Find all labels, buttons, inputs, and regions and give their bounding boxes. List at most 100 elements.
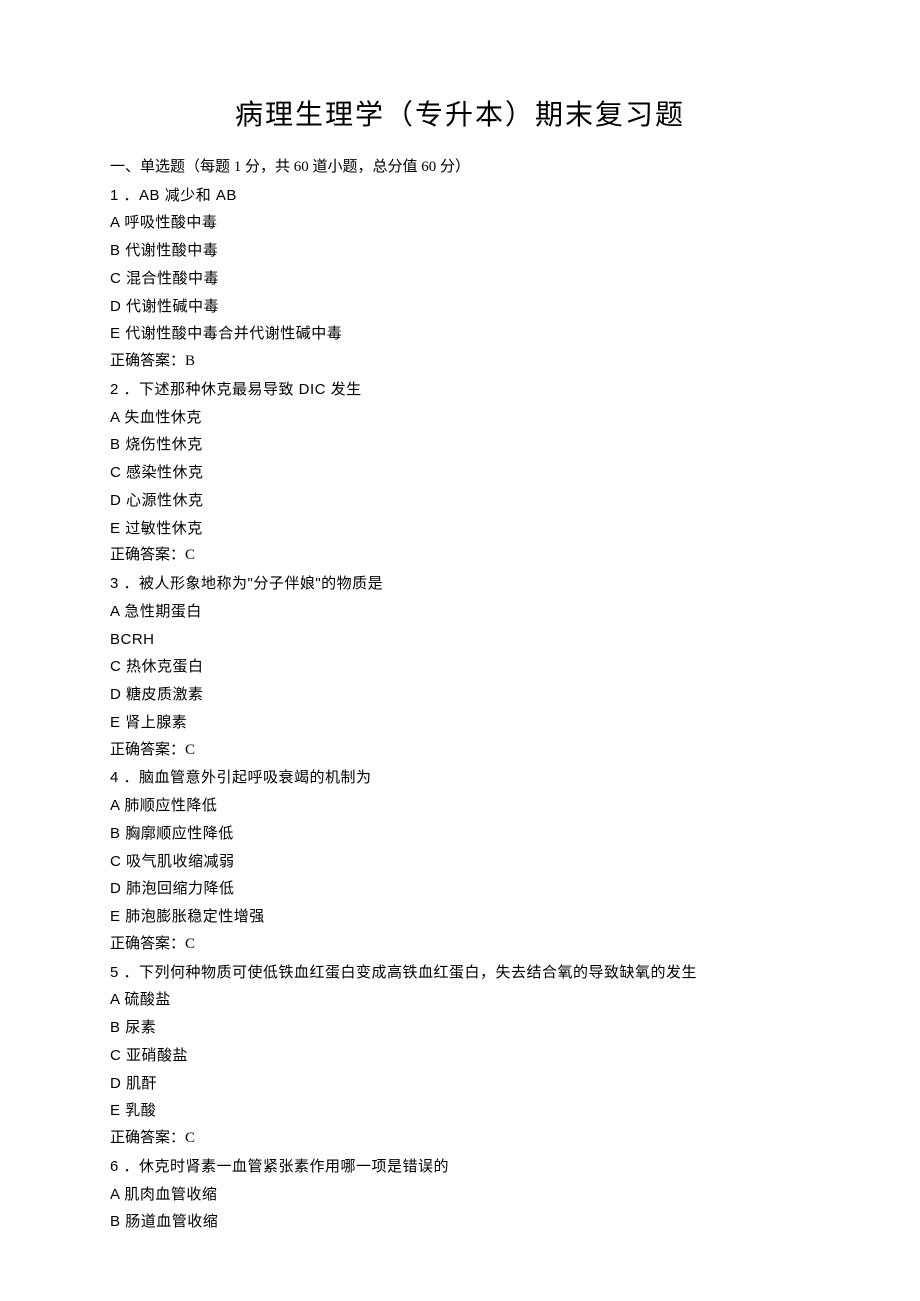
option-line: E 乳酸 xyxy=(110,1097,810,1125)
answer-prefix: 正确答案： xyxy=(110,1130,185,1146)
option-line: A 失血性休克 xyxy=(110,404,810,432)
answer-line: 正确答案：C xyxy=(110,542,810,570)
answer-value: C xyxy=(185,547,195,563)
question-number: 2 xyxy=(110,381,124,398)
option-text: 尿素 xyxy=(125,1019,156,1036)
answer-prefix: 正确答案： xyxy=(110,742,185,758)
question-stem: ．被人形象地称为"分子伴娘"的物质是 xyxy=(124,575,384,592)
option-line: E 代谢性酸中毒合并代谢性碱中毒 xyxy=(110,320,810,348)
question-block: 1 ．AB 减少和 ABA 呼吸性酸中毒B 代谢性酸中毒C 混合性酸中毒D 代谢… xyxy=(110,182,810,376)
option-text: 乳酸 xyxy=(125,1102,156,1119)
option-label: E xyxy=(110,908,125,925)
option-line: D 肌酐 xyxy=(110,1070,810,1098)
option-label: D xyxy=(110,686,126,703)
option-line: B 代谢性酸中毒 xyxy=(110,237,810,265)
option-line: A 急性期蛋白 xyxy=(110,598,810,626)
option-text: 心源性休克 xyxy=(126,492,204,509)
option-line: E 过敏性休克 xyxy=(110,515,810,543)
question-stem-line: 1 ．AB 减少和 AB xyxy=(110,182,810,210)
option-text: 代谢性碱中毒 xyxy=(126,298,219,315)
option-text: 失血性休克 xyxy=(124,409,202,426)
answer-line: 正确答案：C xyxy=(110,931,810,959)
question-block: 5 ．下列何种物质可使低铁血红蛋白变成高铁血红蛋白，失去结合氧的导致缺氧的发生A… xyxy=(110,959,810,1153)
option-label: A xyxy=(110,991,124,1008)
option-text: 烧伤性休克 xyxy=(125,436,203,453)
answer-prefix: 正确答案： xyxy=(110,353,185,369)
question-stem-line: 6 ．休克时肾素一血管紧张素作用哪一项是错误的 xyxy=(110,1153,810,1181)
page-title: 病理生理学（专升本）期末复习题 xyxy=(110,90,810,142)
question-block: 4 ．脑血管意外引起呼吸衰竭的机制为A 肺顺应性降低B 胸廓顺应性降低C 吸气肌… xyxy=(110,764,810,958)
option-text: 肺泡膨胀稳定性增强 xyxy=(125,908,265,925)
option-line: A 肌肉血管收缩 xyxy=(110,1181,810,1209)
option-label: A xyxy=(110,214,124,231)
question-block: 2 ．下述那种休克最易导致 DIC 发生A 失血性休克B 烧伤性休克C 感染性休… xyxy=(110,376,810,570)
option-label: D xyxy=(110,880,126,897)
questions-container: 1 ．AB 减少和 ABA 呼吸性酸中毒B 代谢性酸中毒C 混合性酸中毒D 代谢… xyxy=(110,182,810,1237)
option-line: C 混合性酸中毒 xyxy=(110,265,810,293)
option-text: 硫酸盐 xyxy=(124,991,171,1008)
option-text: 吸气肌收缩减弱 xyxy=(126,853,235,870)
option-text: 代谢性酸中毒合并代谢性碱中毒 xyxy=(125,325,342,342)
option-line: B 尿素 xyxy=(110,1014,810,1042)
question-number: 3 xyxy=(110,575,124,592)
option-label: B xyxy=(110,1019,125,1036)
answer-prefix: 正确答案： xyxy=(110,547,185,563)
answer-value: C xyxy=(185,742,195,758)
answer-value: C xyxy=(185,936,195,952)
answer-line: 正确答案：B xyxy=(110,348,810,376)
option-text: 肠道血管收缩 xyxy=(125,1213,218,1230)
option-label: B xyxy=(110,825,125,842)
option-text: 混合性酸中毒 xyxy=(126,270,219,287)
question-stem-line: 4 ．脑血管意外引起呼吸衰竭的机制为 xyxy=(110,764,810,792)
question-number: 1 xyxy=(110,187,124,204)
option-text: 热休克蛋白 xyxy=(126,658,204,675)
option-label: E xyxy=(110,325,125,342)
option-line: C 感染性休克 xyxy=(110,459,810,487)
option-line: E 肾上腺素 xyxy=(110,709,810,737)
option-label: BCRH xyxy=(110,631,155,648)
question-stem: ．下列何种物质可使低铁血红蛋白变成高铁血红蛋白，失去结合氧的导致缺氧的发生 xyxy=(124,964,698,981)
option-line: B 烧伤性休克 xyxy=(110,431,810,459)
option-label: A xyxy=(110,603,124,620)
option-text: 急性期蛋白 xyxy=(124,603,202,620)
answer-value: C xyxy=(185,1130,195,1146)
option-label: C xyxy=(110,1047,126,1064)
option-label: B xyxy=(110,242,125,259)
section-header: 一、单选题（每题 1 分，共 60 道小题，总分值 60 分） xyxy=(110,154,810,182)
option-text: 代谢性酸中毒 xyxy=(125,242,218,259)
option-text: 肌酐 xyxy=(126,1075,157,1092)
option-label: E xyxy=(110,714,125,731)
question-block: 6 ．休克时肾素一血管紧张素作用哪一项是错误的A 肌肉血管收缩B 肠道血管收缩 xyxy=(110,1153,810,1236)
option-line: B 胸廓顺应性降低 xyxy=(110,820,810,848)
option-label: C xyxy=(110,658,126,675)
option-text: 呼吸性酸中毒 xyxy=(124,214,217,231)
answer-value: B xyxy=(185,353,195,369)
option-label: B xyxy=(110,1213,125,1230)
option-line: E 肺泡膨胀稳定性增强 xyxy=(110,903,810,931)
question-number: 6 xyxy=(110,1158,124,1175)
question-stem-line: 2 ．下述那种休克最易导致 DIC 发生 xyxy=(110,376,810,404)
option-text: 过敏性休克 xyxy=(125,520,203,537)
question-stem-line: 3 ．被人形象地称为"分子伴娘"的物质是 xyxy=(110,570,810,598)
option-text: 肺顺应性降低 xyxy=(124,797,217,814)
option-line: D 糖皮质激素 xyxy=(110,681,810,709)
question-stem: ．休克时肾素一血管紧张素作用哪一项是错误的 xyxy=(124,1158,450,1175)
option-text: 肌肉血管收缩 xyxy=(124,1186,217,1203)
question-stem: ．AB 减少和 AB xyxy=(124,187,237,204)
option-label: E xyxy=(110,1102,125,1119)
option-text: 肺泡回缩力降低 xyxy=(126,880,235,897)
option-label: E xyxy=(110,520,125,537)
option-line: A 肺顺应性降低 xyxy=(110,792,810,820)
question-number: 5 xyxy=(110,964,124,981)
question-block: 3 ．被人形象地称为"分子伴娘"的物质是A 急性期蛋白BCRH C 热休克蛋白D… xyxy=(110,570,810,764)
option-line: D 心源性休克 xyxy=(110,487,810,515)
option-text: 肾上腺素 xyxy=(125,714,187,731)
option-label: C xyxy=(110,270,126,287)
option-text: 亚硝酸盐 xyxy=(126,1047,188,1064)
question-stem-line: 5 ．下列何种物质可使低铁血红蛋白变成高铁血红蛋白，失去结合氧的导致缺氧的发生 xyxy=(110,959,810,987)
option-label: C xyxy=(110,853,126,870)
option-label: D xyxy=(110,298,126,315)
option-line: C 热休克蛋白 xyxy=(110,653,810,681)
option-line: D 代谢性碱中毒 xyxy=(110,293,810,321)
option-text: 胸廓顺应性降低 xyxy=(125,825,234,842)
